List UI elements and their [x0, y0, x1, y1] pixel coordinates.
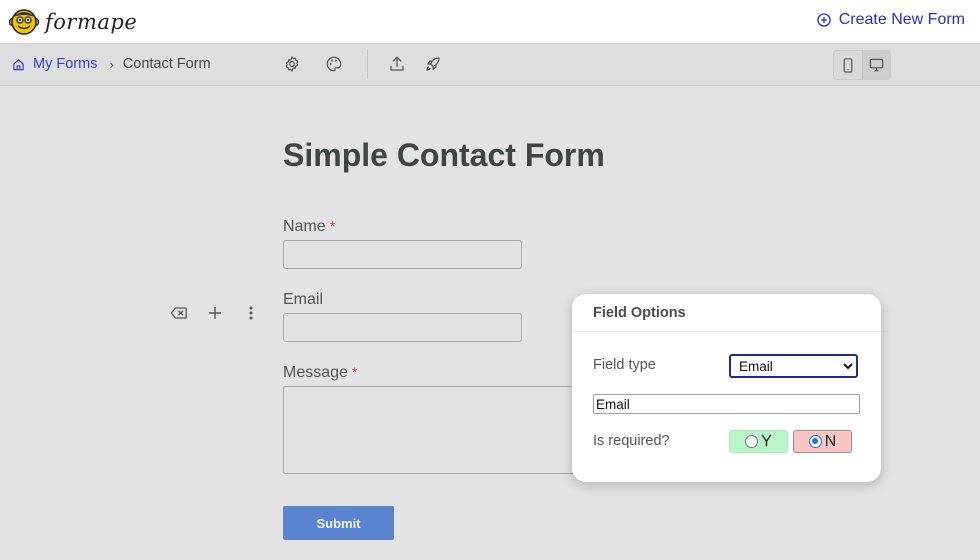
- toolbar-divider: [367, 49, 368, 79]
- name-input[interactable]: [283, 240, 522, 269]
- theme-button[interactable]: [324, 54, 344, 74]
- publish-button[interactable]: [423, 54, 443, 74]
- radio-checked-icon[interactable]: [808, 435, 822, 448]
- required-asterisk: *: [329, 218, 336, 234]
- field-options-title: Field Options: [572, 294, 881, 332]
- field-row-actions: [168, 303, 276, 323]
- plus-icon: [209, 307, 221, 319]
- message-textarea[interactable]: [283, 386, 583, 474]
- home-icon: [13, 58, 24, 70]
- plus-circle-icon: [817, 13, 831, 27]
- desktop-preview-button[interactable]: [861, 51, 890, 79]
- email-label-text: Email: [283, 291, 324, 308]
- monkey-logo-icon: [9, 9, 39, 35]
- breadcrumb-current: Contact Form: [122, 56, 211, 72]
- field-type-label: Field type: [593, 357, 656, 373]
- editor-toolbar: My Forms › Contact Form: [0, 44, 980, 86]
- export-button[interactable]: [387, 54, 407, 74]
- name-label-text: Name: [283, 218, 326, 235]
- upload-icon: [390, 56, 404, 71]
- mobile-icon: [843, 57, 853, 73]
- desktop-icon: [869, 58, 883, 72]
- required-yes-option[interactable]: Y: [729, 430, 788, 453]
- email-field-label[interactable]: Email: [283, 291, 323, 309]
- breadcrumb-home-link[interactable]: My Forms: [12, 56, 97, 72]
- field-options-popup: Field Options Field type Email Is requir…: [572, 294, 881, 482]
- message-label-text: Message: [283, 364, 348, 381]
- field-type-select[interactable]: Email: [729, 354, 858, 378]
- backspace-delete-icon: [170, 307, 187, 319]
- mobile-preview-button[interactable]: [834, 51, 862, 79]
- settings-icon: [285, 56, 299, 72]
- name-field-label[interactable]: Name *: [283, 218, 335, 236]
- palette-icon: [326, 56, 342, 72]
- create-new-form-label: Create New Form: [838, 11, 965, 28]
- required-no-option[interactable]: N: [793, 430, 852, 453]
- email-input[interactable]: [283, 313, 522, 342]
- is-required-label: Is required?: [593, 433, 670, 449]
- radio-unchecked-icon[interactable]: [745, 435, 759, 448]
- breadcrumb: My Forms › Contact Form: [12, 56, 211, 72]
- rocket-icon: [426, 57, 440, 71]
- submit-button[interactable]: Submit: [283, 506, 394, 540]
- device-preview-toggle: [833, 50, 891, 80]
- top-header: formape Create New Form: [0, 0, 980, 44]
- logo[interactable]: formape: [9, 7, 137, 37]
- delete-field-button[interactable]: [168, 303, 190, 323]
- required-no-label: N: [824, 432, 837, 450]
- breadcrumb-separator: ›: [109, 56, 114, 72]
- breadcrumb-home-label: My Forms: [33, 56, 98, 72]
- required-yes-label: Y: [761, 432, 772, 450]
- brand-name: formape: [45, 10, 138, 34]
- message-field-label[interactable]: Message *: [283, 364, 357, 382]
- form-title[interactable]: Simple Contact Form: [283, 137, 605, 174]
- required-asterisk: *: [351, 364, 358, 380]
- more-vertical-icon: [249, 306, 253, 320]
- settings-button[interactable]: [282, 54, 302, 74]
- field-more-options-button[interactable]: [240, 303, 262, 323]
- field-label-input[interactable]: [593, 394, 860, 414]
- add-field-button[interactable]: [204, 303, 226, 323]
- create-new-form-button[interactable]: Create New Form: [817, 11, 965, 29]
